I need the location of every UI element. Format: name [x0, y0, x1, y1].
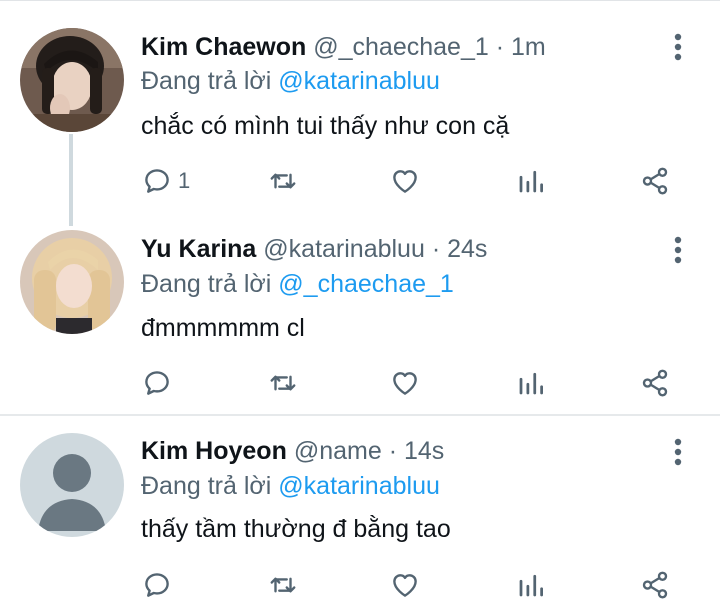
more-options-icon [674, 236, 682, 264]
display-name[interactable]: Yu Karina [141, 235, 256, 263]
like-icon [393, 170, 417, 193]
separator: · [495, 33, 505, 61]
tweet-kim-hoyeon[interactable]: Kim Hoyeon @name · 14s Đang trả lời @kat… [0, 416, 720, 615]
action-bar: 1 [0, 163, 720, 199]
replying-to-label: Đang trả lời [141, 472, 272, 500]
reply-icon [145, 371, 169, 395]
analytics-button[interactable] [516, 163, 546, 199]
replying-to-label: Đang trả lời [141, 270, 272, 298]
share-button[interactable] [640, 567, 670, 603]
tweet-yu-karina[interactable]: Yu Karina @katarinabluu · 24s Đang trả l… [0, 205, 720, 415]
retweet-button[interactable] [268, 365, 298, 401]
like-button[interactable] [390, 163, 420, 199]
more-options-button[interactable] [666, 32, 690, 62]
username[interactable]: @name [294, 437, 382, 465]
tweet-text: đmmmmmm cl [141, 314, 305, 342]
analytics-icon [519, 372, 543, 395]
display-name[interactable]: Kim Hoyeon [141, 437, 287, 465]
reply-button[interactable] [142, 365, 178, 401]
more-options-icon [674, 438, 682, 466]
reply-icon [145, 573, 169, 597]
timestamp[interactable]: 1m [511, 33, 546, 61]
more-options-button[interactable] [666, 235, 690, 265]
more-options-button[interactable] [666, 437, 690, 467]
replying-to-label: Đang trả lời [141, 67, 272, 95]
retweet-icon [270, 375, 296, 391]
like-button[interactable] [390, 365, 420, 401]
default-avatar-icon [20, 433, 124, 537]
share-icon [642, 571, 668, 599]
retweet-button[interactable] [268, 567, 298, 603]
tweet-header: Yu Karina @katarinabluu · 24s [141, 234, 487, 264]
analytics-icon [519, 574, 543, 597]
retweet-icon [270, 173, 296, 189]
retweet-icon [270, 577, 296, 593]
tweet-text: thấy tầm thường đ bằng tao [141, 515, 451, 543]
tweet-header: Kim Hoyeon @name · 14s [141, 436, 444, 466]
username[interactable]: @katarinabluu [263, 235, 425, 263]
tweet-text: chắc có mình tui thấy như con cặ [141, 112, 510, 140]
reply-count: 1 [178, 168, 191, 193]
tweet-kim-chaewon[interactable]: Kim Chaewon @_chaechae_1 · 1m Đang trả l… [0, 0, 720, 226]
like-button[interactable] [390, 567, 420, 603]
replying-to: Đang trả lời @katarinabluu [141, 66, 440, 96]
analytics-button[interactable] [516, 567, 546, 603]
timestamp[interactable]: 14s [404, 437, 444, 465]
share-button[interactable] [640, 163, 670, 199]
more-options-icon [674, 33, 682, 61]
like-icon [393, 372, 417, 395]
share-button[interactable] [640, 365, 670, 401]
share-icon [642, 369, 668, 397]
avatar[interactable] [20, 230, 124, 334]
avatar[interactable] [20, 433, 124, 537]
replying-to-mention[interactable]: @katarinabluu [278, 67, 440, 95]
analytics-icon [519, 170, 543, 193]
reply-icon [145, 169, 169, 193]
reply-button[interactable]: 1 [142, 163, 190, 199]
replying-to: Đang trả lời @_chaechae_1 [141, 269, 454, 299]
display-name[interactable]: Kim Chaewon [141, 33, 306, 61]
action-bar [0, 567, 720, 603]
tweet-header: Kim Chaewon @_chaechae_1 · 1m [141, 32, 546, 62]
reply-button[interactable] [142, 567, 178, 603]
replying-to-mention[interactable]: @_chaechae_1 [278, 270, 454, 298]
separator: · [431, 235, 441, 263]
share-icon [642, 167, 668, 195]
username[interactable]: @_chaechae_1 [313, 33, 489, 61]
retweet-button[interactable] [268, 163, 298, 199]
action-bar [0, 365, 720, 401]
avatar[interactable] [20, 28, 124, 132]
analytics-button[interactable] [516, 365, 546, 401]
replying-to-mention[interactable]: @katarinabluu [278, 472, 440, 500]
like-icon [393, 574, 417, 597]
timestamp[interactable]: 24s [447, 235, 487, 263]
separator: · [388, 437, 398, 465]
replying-to: Đang trả lời @katarinabluu [141, 471, 440, 501]
